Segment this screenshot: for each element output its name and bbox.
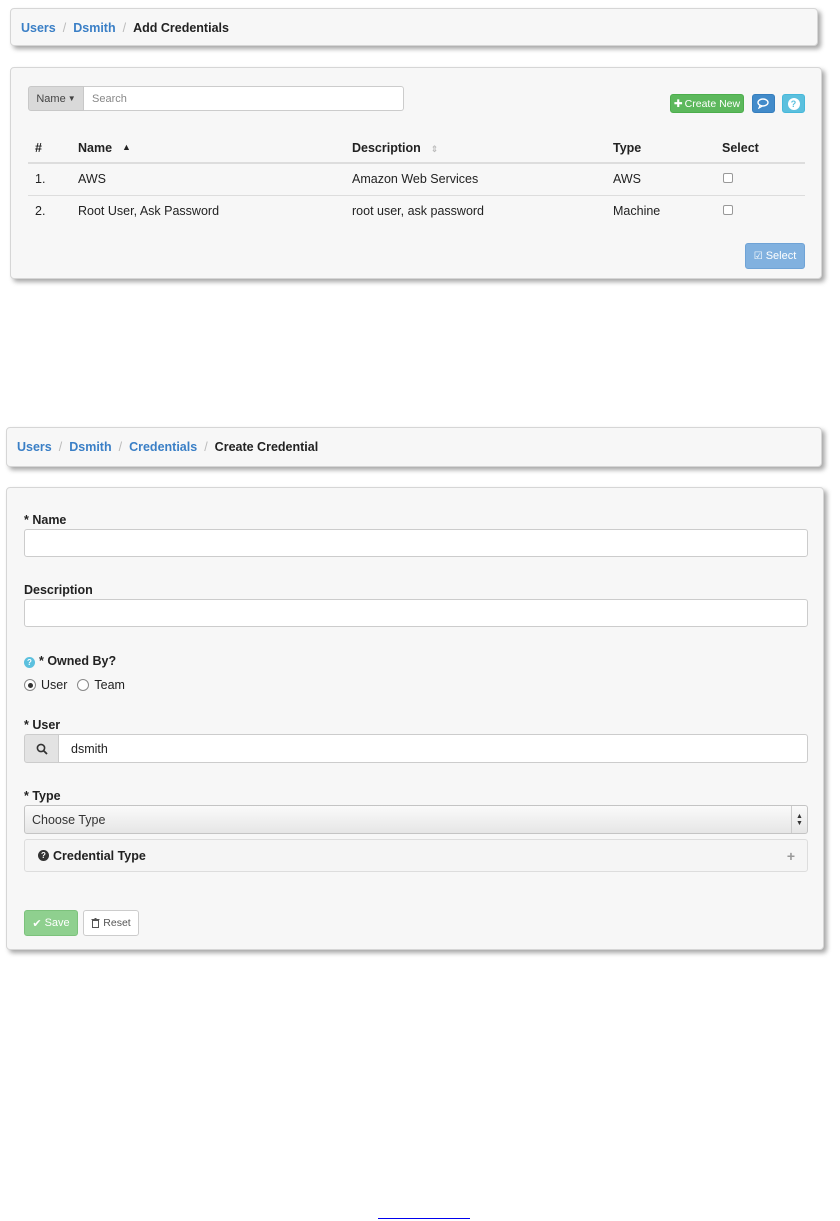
sort-icon: ⇕: [430, 144, 439, 154]
breadcrumb-add-credentials: Users / Dsmith / Add Credentials: [10, 8, 818, 46]
owner-team-label: Team: [94, 678, 125, 692]
breadcrumb-separator: /: [58, 440, 63, 454]
row-select-checkbox[interactable]: [723, 173, 733, 184]
row-select-cell: [715, 163, 805, 196]
column-header-select: Select: [715, 134, 805, 164]
table-header-row: # Name ▲ Description ⇕ Type Select: [28, 134, 805, 164]
credentials-list-panel: Name ▼ ✚ Create New ? # Name▲ Descriptio…: [10, 67, 822, 279]
reset-button[interactable]: Reset: [83, 910, 139, 936]
check-square-icon: ☑: [753, 250, 763, 262]
row-number: 1.: [28, 163, 71, 196]
description-label: Description: [24, 583, 93, 597]
chat-button[interactable]: [752, 94, 775, 113]
breadcrumb-users-link[interactable]: Users: [21, 21, 56, 35]
owner-team-radio[interactable]: [77, 679, 90, 691]
owner-user-radio[interactable]: [24, 679, 36, 691]
credential-type-label: Credential Type: [53, 848, 146, 863]
breadcrumb-separator: /: [62, 21, 67, 35]
user-search-button[interactable]: [24, 734, 59, 763]
user-input[interactable]: dsmith: [59, 734, 808, 763]
plus-icon: ✚: [673, 97, 683, 110]
caret-down-icon: ▼: [67, 94, 76, 103]
select-arrows-icon: ▲ ▼: [791, 806, 807, 833]
row-select-checkbox[interactable]: [723, 205, 733, 216]
row-type: Machine: [613, 204, 661, 219]
chat-icon: [757, 98, 769, 109]
question-circle-icon: ?: [38, 850, 49, 861]
trash-icon: [91, 918, 100, 928]
check-icon: ✔: [32, 917, 42, 930]
footer-link-underline[interactable]: [378, 1218, 470, 1219]
column-header-description[interactable]: Description ⇕: [345, 134, 606, 164]
name-input[interactable]: [24, 529, 808, 557]
search-icon: [36, 743, 48, 755]
owned-by-label: * Owned By?: [39, 654, 117, 668]
search-group: Name ▼: [28, 86, 404, 111]
credential-type-panel[interactable]: ? Credential Type +: [24, 839, 808, 872]
owned-by-label-row: ? * Owned By?: [24, 654, 116, 668]
user-label: * User: [24, 718, 61, 732]
breadcrumb-users-link[interactable]: Users: [17, 440, 52, 454]
help-icon[interactable]: ?: [24, 657, 35, 668]
save-label: Save: [44, 917, 70, 929]
radio-selected-dot: [27, 682, 33, 688]
breadcrumb-create-credential: Users / Dsmith / Credentials / Create Cr…: [6, 427, 822, 467]
reset-label: Reset: [103, 917, 131, 929]
row-name: AWS: [71, 163, 345, 196]
save-button[interactable]: ✔ Save: [24, 910, 78, 936]
search-filter-label: Name: [36, 92, 66, 105]
expand-plus-icon[interactable]: +: [787, 848, 795, 864]
help-button[interactable]: ?: [782, 94, 805, 113]
row-description: Amazon Web Services: [345, 163, 606, 196]
create-new-button[interactable]: ✚ Create New: [670, 94, 744, 113]
row-type: AWS: [606, 163, 715, 196]
owner-user-label: User: [41, 678, 68, 692]
breadcrumb-dsmith-link[interactable]: Dsmith: [73, 21, 115, 35]
breadcrumb-current: Add Credentials: [133, 21, 229, 35]
create-credential-form: * Name Description ? * Owned By? User Tea…: [6, 487, 824, 950]
row-select-cell: [715, 195, 805, 227]
select-label: Select: [765, 250, 797, 262]
type-select-value: Choose Type: [32, 812, 106, 827]
row-number: 2.: [35, 204, 46, 219]
breadcrumb-separator: /: [122, 21, 127, 35]
table-row: 2. Root User, Ask Password root user, as…: [28, 195, 805, 227]
breadcrumb-separator: /: [118, 440, 123, 454]
type-select[interactable]: Choose Type ▲ ▼: [24, 805, 808, 834]
table-row: 1. AWS Amazon Web Services AWS: [28, 163, 805, 196]
breadcrumb-current: Create Credential: [214, 440, 319, 454]
breadcrumb-credentials-link[interactable]: Credentials: [129, 440, 197, 454]
type-label: * Type: [24, 789, 61, 803]
row-description: root user, ask password: [352, 204, 485, 219]
create-new-label: Create New: [684, 97, 741, 110]
user-lookup-group: dsmith: [24, 734, 808, 763]
owner-radio-group: User Team: [24, 678, 125, 692]
name-label: * Name: [24, 513, 67, 527]
column-header-name[interactable]: Name ▲: [71, 134, 345, 164]
select-button[interactable]: ☑ Select: [745, 243, 805, 269]
column-header-type: Type: [606, 134, 715, 164]
breadcrumb-separator: /: [204, 440, 208, 454]
column-header-number: #: [28, 134, 71, 164]
search-filter-dropdown[interactable]: Name ▼: [28, 86, 84, 111]
description-input[interactable]: [24, 599, 808, 627]
search-input[interactable]: [84, 86, 404, 111]
breadcrumb-dsmith-link[interactable]: Dsmith: [69, 440, 111, 454]
row-name: Root User, Ask Password: [78, 204, 220, 219]
sort-ascending-icon: ▲: [122, 142, 131, 152]
credentials-table: # Name ▲ Description ⇕ Type Select 1. AWS …: [28, 134, 805, 227]
question-icon: ?: [787, 97, 800, 110]
